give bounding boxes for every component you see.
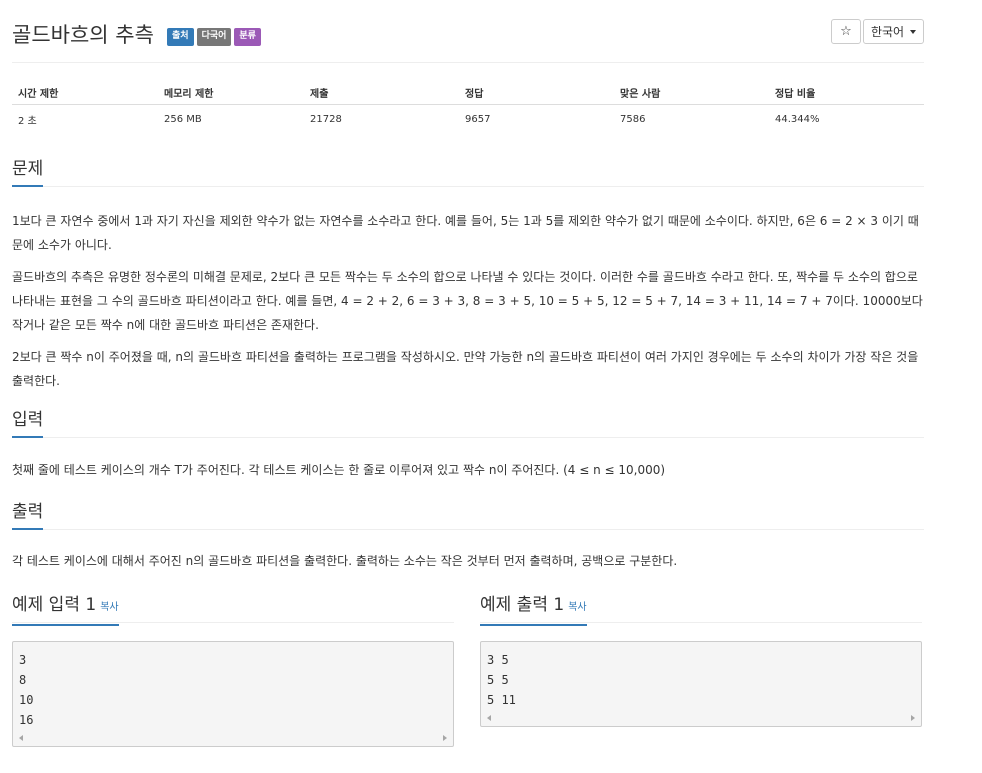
code-line: 3 5 (487, 653, 509, 667)
problem-header: 골드바흐의 추측 출처 다국어 분류 ☆ 한국어 (12, 0, 924, 63)
sample-input-code[interactable]: 3 8 10 16 (12, 641, 454, 747)
code-lines: 3 5 5 5 5 11 (481, 642, 921, 710)
section-title: 예제 출력 1 복사 (480, 594, 587, 626)
sample-output-code[interactable]: 3 5 5 5 5 11 (480, 641, 922, 727)
table-cell: 44.344% (775, 113, 820, 125)
table-row: 2 초 256 MB 21728 9657 7586 44.344% (12, 105, 924, 134)
problem-section: 문제 1보다 큰 자연수 중에서 1과 자기 자신을 제외한 약수가 없는 자연… (12, 158, 924, 393)
table-cell: 7586 (620, 113, 646, 125)
column-header: 제출 (304, 80, 459, 105)
scroll-right-icon[interactable] (443, 735, 447, 741)
problem-labels: 출처 다국어 분류 (167, 28, 261, 46)
output-section: 출력 각 테스트 케이스에 대해서 주어진 n의 골드바흐 파티션을 출력한다.… (12, 501, 924, 573)
output-description: 각 테스트 케이스에 대해서 주어진 n의 골드바흐 파티션을 출력한다. 출력… (12, 554, 678, 568)
copy-sample-input-button[interactable]: 복사 (100, 602, 118, 613)
table-cell: 256 MB (164, 113, 202, 125)
input-description: 첫째 줄에 테스트 케이스의 개수 T가 주어진다. 각 테스트 케이스는 한 … (12, 463, 666, 477)
code-line: 8 (19, 673, 27, 687)
problem-paragraph: 1보다 큰 자연수 중에서 1과 자기 자신을 제외한 약수가 없는 자연수를 … (12, 214, 919, 252)
section-title: 예제 입력 1 복사 (12, 594, 119, 626)
language-dropdown[interactable]: 한국어 (863, 19, 924, 44)
sample-input-title: 예제 입력 1 (12, 595, 97, 615)
language-label: 한국어 (870, 25, 905, 39)
column-header: 메모리 제한 (158, 80, 304, 105)
table-cell: 2 초 (18, 115, 37, 127)
column-header: 정답 비율 (769, 80, 924, 105)
favorite-button[interactable]: ☆ (831, 19, 861, 44)
problem-info-table: 시간 제한 메모리 제한 제출 정답 맞은 사람 정답 비율 2 초 256 M… (12, 80, 924, 133)
label-category[interactable]: 분류 (234, 28, 261, 46)
code-lines: 3 8 10 16 (13, 642, 453, 730)
column-header: 정답 (459, 80, 614, 105)
section-headline: 출력 (12, 501, 924, 530)
table-cell: 9657 (465, 113, 491, 125)
section-headline: 예제 출력 1 복사 (480, 594, 922, 626)
star-icon: ☆ (840, 24, 852, 39)
problem-paragraph: 2보다 큰 짝수 n이 주어졌을 때, n의 골드바흐 파티션을 출력하는 프로… (12, 350, 919, 388)
code-line: 10 (19, 693, 34, 707)
table-cell: 21728 (310, 113, 342, 125)
sample-output-title: 예제 출력 1 (480, 595, 565, 615)
caret-down-icon (910, 29, 917, 34)
scroll-left-icon[interactable] (487, 715, 491, 721)
section-title: 입력 (12, 409, 44, 438)
section-headline: 입력 (12, 409, 924, 438)
input-section: 입력 첫째 줄에 테스트 케이스의 개수 T가 주어진다. 각 테스트 케이스는… (12, 409, 924, 482)
table-header-row: 시간 제한 메모리 제한 제출 정답 맞은 사람 정답 비율 (12, 80, 924, 105)
code-line: 5 11 (487, 693, 516, 707)
scroll-right-icon[interactable] (911, 715, 915, 721)
horizontal-scrollbar[interactable] (481, 712, 921, 726)
sample-input-panel: 예제 입력 1 복사 3 8 10 16 (12, 594, 454, 747)
column-header: 맞은 사람 (614, 80, 769, 105)
label-multilang[interactable]: 다국어 (196, 28, 232, 46)
code-line: 3 (19, 653, 27, 667)
label-source[interactable]: 출처 (167, 28, 194, 46)
sample-output-panel: 예제 출력 1 복사 3 5 5 5 5 11 (480, 594, 922, 727)
header-buttons: ☆ 한국어 (831, 19, 924, 44)
code-line: 5 5 (487, 673, 509, 687)
section-title: 문제 (12, 158, 44, 187)
problem-page: 골드바흐의 추측 출처 다국어 분류 ☆ 한국어 시간 제한 메모리 제한 제출… (12, 0, 924, 747)
column-header: 시간 제한 (12, 80, 158, 105)
code-line: 16 (19, 713, 34, 727)
horizontal-scrollbar[interactable] (13, 732, 453, 746)
copy-sample-output-button[interactable]: 복사 (568, 602, 586, 613)
scroll-left-icon[interactable] (19, 735, 23, 741)
section-headline: 예제 입력 1 복사 (12, 594, 454, 626)
page-title: 골드바흐의 추측 (12, 23, 154, 47)
section-headline: 문제 (12, 158, 924, 187)
section-title: 출력 (12, 501, 44, 530)
problem-paragraph: 골드바흐의 추측은 유명한 정수론의 미해결 문제로, 2보다 큰 모든 짝수는… (12, 270, 923, 332)
